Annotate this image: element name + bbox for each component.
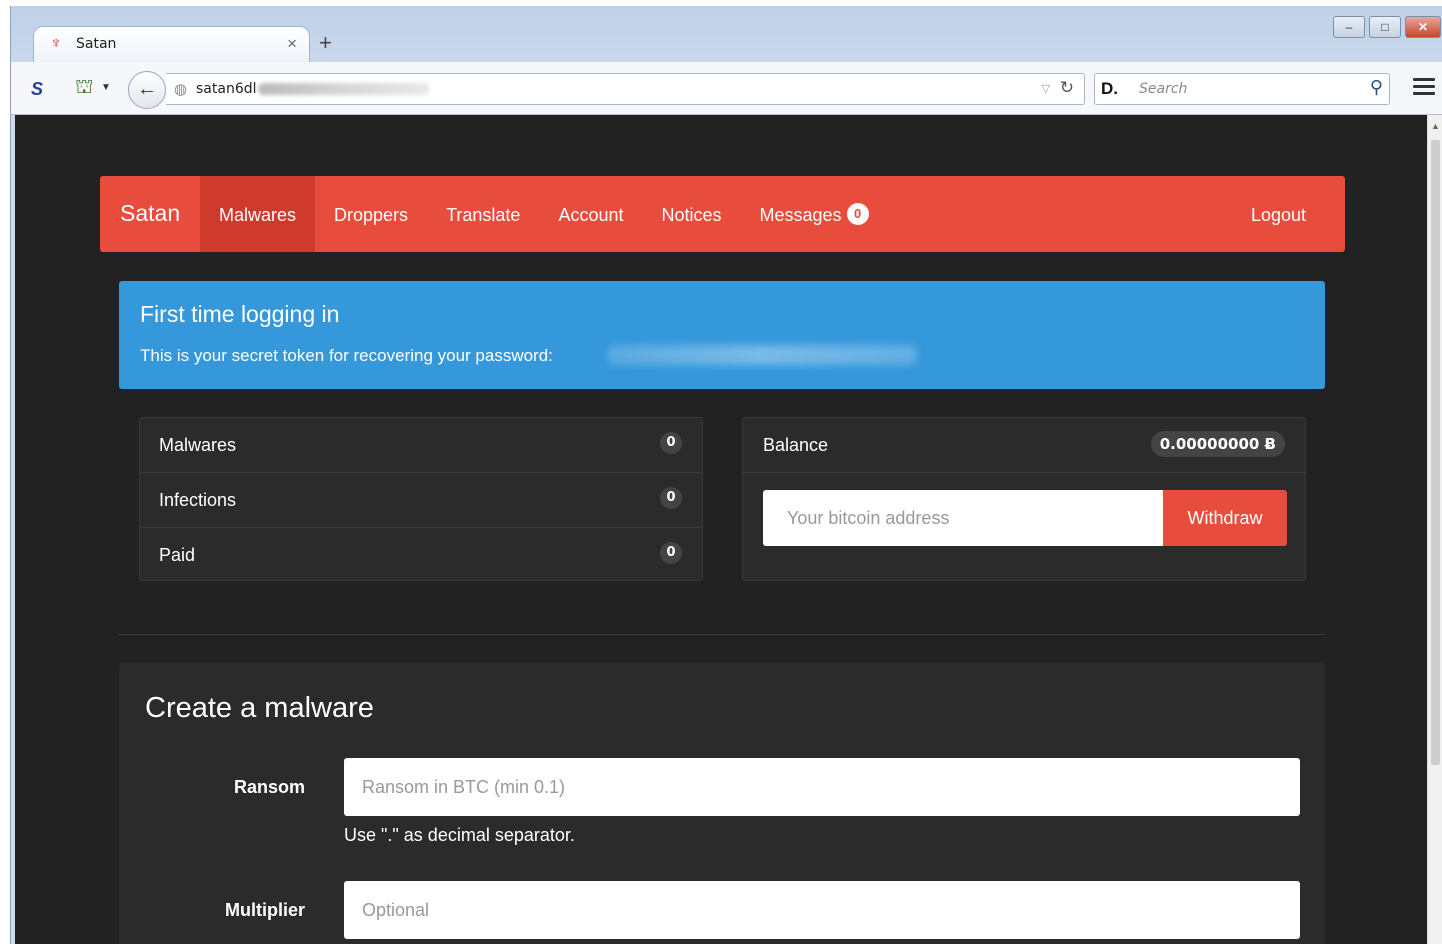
search-placeholder: Search <box>1139 81 1188 97</box>
tab-strip: ♆ Satan × + – □ ✕ <box>11 6 1442 63</box>
chevron-down-icon[interactable]: ▼ <box>101 82 111 93</box>
logout-link[interactable]: Logout <box>1251 176 1306 252</box>
multiplier-input[interactable] <box>344 881 1300 939</box>
tab-close-icon[interactable]: × <box>287 34 297 54</box>
page-content: Satan Malwares Droppers Translate Accoun… <box>15 115 1427 944</box>
scroll-up-icon[interactable]: ▲ <box>1431 121 1440 131</box>
hamburger-menu-icon[interactable] <box>1413 74 1435 99</box>
scrollbar-thumb[interactable] <box>1431 140 1440 765</box>
devil-favicon-icon: ♆ <box>50 35 62 52</box>
search-engine-icon[interactable]: D. <box>1101 79 1118 99</box>
nav-account[interactable]: Account <box>539 176 642 252</box>
list-item: Malwares 0 <box>140 418 702 473</box>
search-icon[interactable]: ⚲ <box>1370 77 1383 98</box>
balance-value-badge: 0.00000000 Ƀ <box>1150 431 1285 457</box>
create-malware-panel: Create a malware Ransom Use "." as decim… <box>119 663 1325 944</box>
stat-label-infections: Infections <box>159 490 237 510</box>
nav-messages[interactable]: Messages 0 <box>741 176 888 252</box>
first-login-alert: First time logging in This is your secre… <box>119 281 1325 389</box>
browser-tab[interactable]: ♆ Satan × <box>33 26 310 63</box>
nav-messages-label: Messages <box>759 205 842 225</box>
stat-label-paid: Paid <box>159 545 196 565</box>
balance-label: Balance <box>763 435 829 455</box>
browser-toolbar: S ⛫ ▼ ← ◍ satan6dl ▽ ↻ D. Search ⚲ <box>11 62 1442 115</box>
address-bar[interactable]: ◍ satan6dl ▽ ↻ <box>166 73 1085 105</box>
bitcoin-address-input[interactable] <box>763 490 1163 546</box>
globe-icon: ◍ <box>174 81 188 98</box>
nav-links: Malwares Droppers Translate Account Noti… <box>200 176 888 252</box>
stat-count-malwares: 0 <box>660 432 682 454</box>
create-malware-title: Create a malware <box>145 692 374 724</box>
withdraw-button[interactable]: Withdraw <box>1163 490 1287 546</box>
url-text: satan6dl <box>196 81 257 97</box>
multiplier-label: Multiplier <box>225 900 305 920</box>
extension-onion-icon[interactable]: ⛫ <box>75 76 93 101</box>
back-button[interactable]: ← <box>128 71 166 109</box>
page-scrollbar[interactable]: ▲ <box>1427 115 1442 944</box>
extension-s-icon[interactable]: S <box>31 79 43 100</box>
list-item: Paid 0 <box>140 528 702 582</box>
arrow-left-icon: ← <box>137 78 157 100</box>
nav-translate[interactable]: Translate <box>427 176 539 252</box>
minimize-button[interactable]: – <box>1333 16 1365 38</box>
url-redacted <box>258 83 430 95</box>
alert-message: This is your secret token for recovering… <box>140 346 553 365</box>
app-navbar: Satan Malwares Droppers Translate Accoun… <box>100 176 1345 252</box>
ransom-input[interactable] <box>344 758 1300 816</box>
stat-count-infections: 0 <box>660 487 682 509</box>
list-item: Infections 0 <box>140 473 702 528</box>
ransom-label: Ransom <box>233 777 305 797</box>
new-tab-button[interactable]: + <box>319 30 332 56</box>
brand-link[interactable]: Satan <box>120 200 180 227</box>
balance-panel: Balance 0.00000000 Ƀ Withdraw <box>742 417 1306 581</box>
stats-list: Malwares 0 Infections 0 Paid 0 <box>139 417 703 581</box>
balance-header: Balance 0.00000000 Ƀ <box>743 418 1305 473</box>
section-divider <box>119 634 1325 635</box>
secret-token-redacted <box>607 345 917 365</box>
stat-count-paid: 0 <box>660 542 682 564</box>
reload-icon[interactable]: ↻ <box>1060 78 1074 98</box>
window-close-button[interactable]: ✕ <box>1405 16 1441 38</box>
url-dropdown-icon[interactable]: ▽ <box>1042 82 1050 95</box>
search-bar[interactable]: D. Search ⚲ <box>1094 73 1390 105</box>
messages-count-badge: 0 <box>846 203 869 226</box>
maximize-button[interactable]: □ <box>1369 16 1401 38</box>
nav-malwares[interactable]: Malwares <box>200 176 316 252</box>
tab-title: Satan <box>76 36 117 52</box>
window-controls: – □ ✕ <box>1329 16 1441 38</box>
alert-title: First time logging in <box>140 301 340 327</box>
nav-droppers[interactable]: Droppers <box>315 176 427 252</box>
nav-notices[interactable]: Notices <box>642 176 740 252</box>
stat-label-malwares: Malwares <box>159 435 237 455</box>
ransom-help-text: Use "." as decimal separator. <box>344 825 575 845</box>
